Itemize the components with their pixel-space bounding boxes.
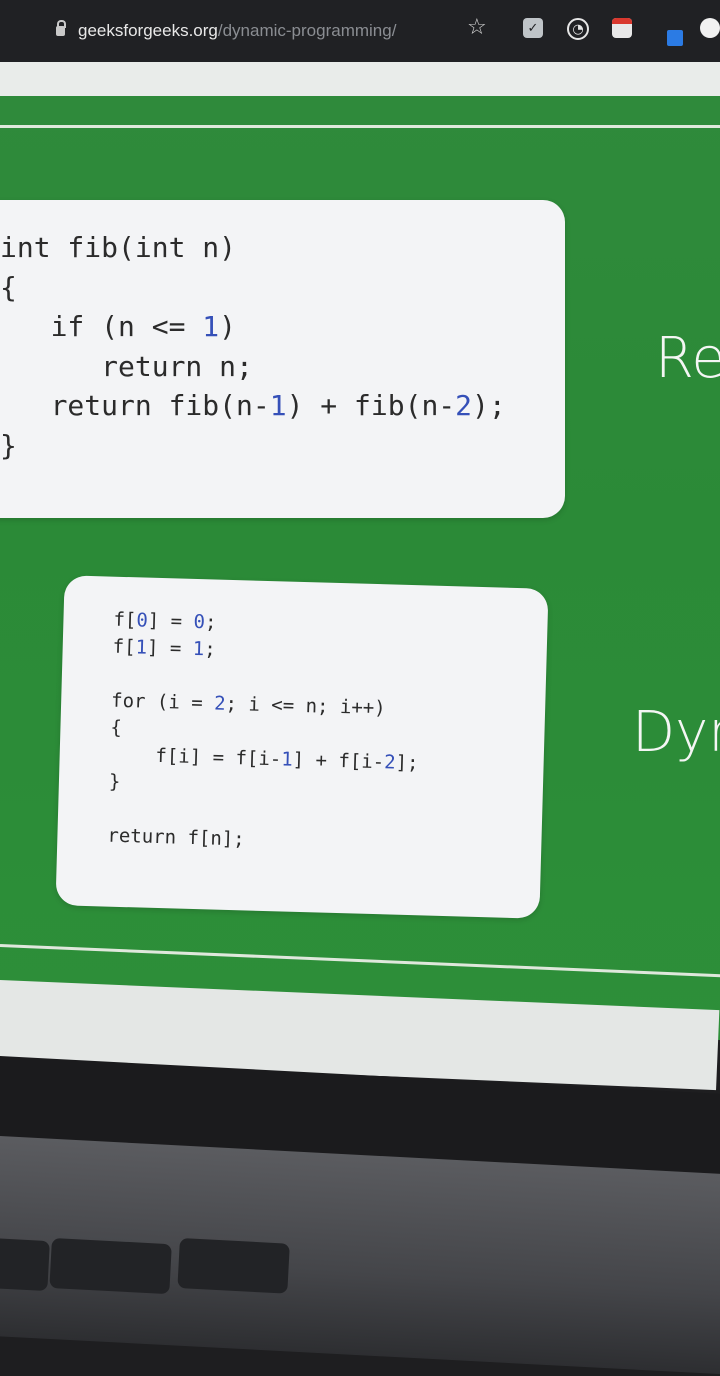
keyboard-key <box>0 1238 50 1292</box>
dp-code-box: f[0] = 0; f[1] = 1; for (i = 2; i <= n; … <box>55 575 549 919</box>
dp-fib-code: f[0] = 0; f[1] = 1; for (i = 2; i <= n; … <box>107 608 419 851</box>
star-icon[interactable]: ☆ <box>467 15 487 40</box>
recursive-code-box: int fib(int n) { if (n <= 1) return n; r… <box>0 200 565 518</box>
url-domain: geeksforgeeks.org <box>78 21 218 40</box>
keyboard-key <box>177 1238 290 1294</box>
calendar-extension-icon[interactable] <box>612 18 632 38</box>
gauge-extension-icon[interactable]: ◔ <box>567 18 589 40</box>
side-label-dynamic: Dyr <box>632 700 720 765</box>
side-label-recursion: Re <box>655 326 720 391</box>
browser-toolbar: geeksforgeeks.org/dynamic-programming/ ☆… <box>0 0 720 62</box>
keyboard-key <box>49 1238 172 1295</box>
check-extension-icon[interactable]: ✓ <box>523 18 543 38</box>
profile-icon[interactable] <box>700 18 720 38</box>
url-path: /dynamic-programming/ <box>217 21 397 40</box>
blue-extension-icon[interactable] <box>667 30 683 46</box>
page-header-strip <box>0 62 720 96</box>
recursive-fib-code: int fib(int n) { if (n <= 1) return n; r… <box>0 231 506 462</box>
address-bar[interactable]: geeksforgeeks.org/dynamic-programming/ <box>78 21 396 41</box>
lock-icon[interactable] <box>56 20 66 36</box>
slide-divider-top <box>0 125 720 128</box>
